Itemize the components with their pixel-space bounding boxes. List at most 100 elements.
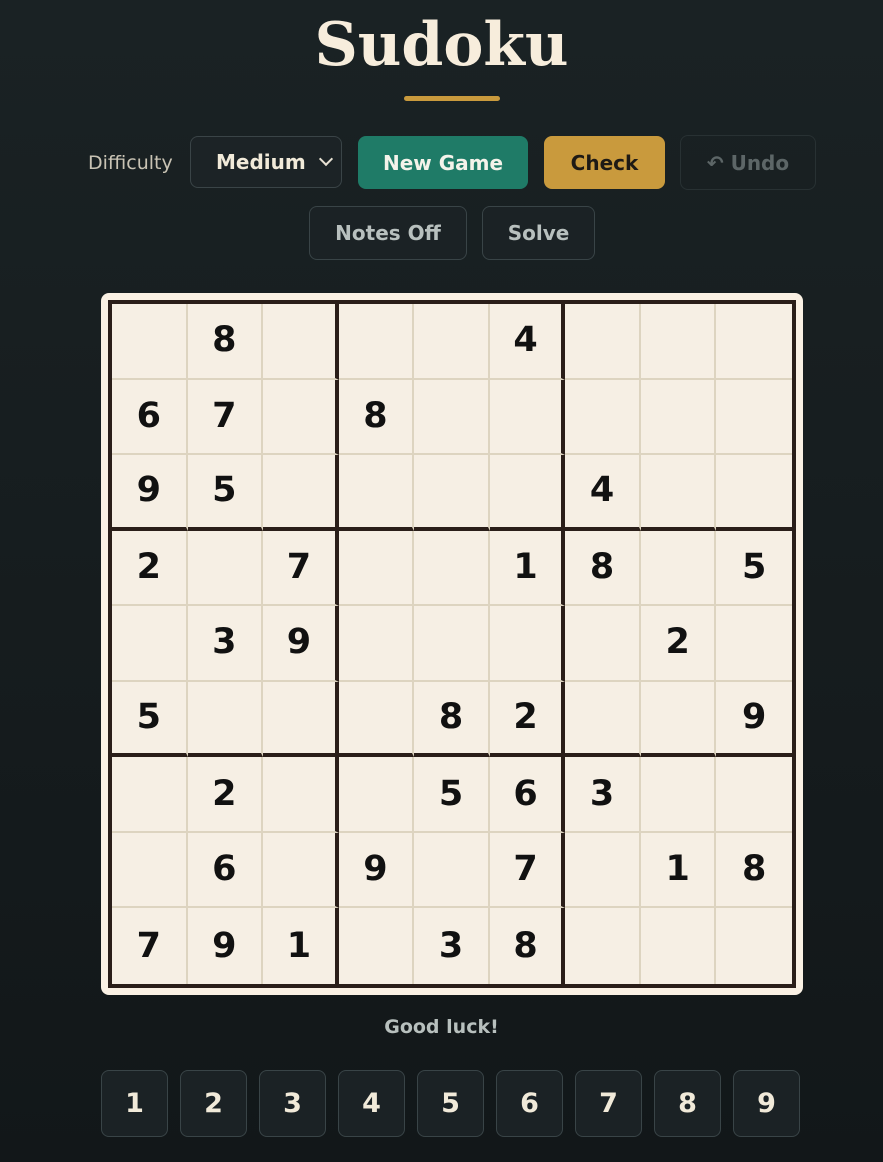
undo-button[interactable]: ↶ Undo: [680, 135, 816, 190]
sudoku-cell-r2-c7[interactable]: [565, 379, 641, 456]
sudoku-cell-r8-c9[interactable]: 8: [716, 833, 792, 909]
sudoku-cell-r3-c4[interactable]: [338, 455, 415, 531]
sudoku-cell-r1-c8[interactable]: [640, 304, 717, 380]
sudoku-cell-r1-c4[interactable]: [338, 304, 415, 380]
sudoku-cell-r8-c6[interactable]: 7: [489, 832, 566, 909]
sudoku-cell-r3-c6[interactable]: [489, 455, 566, 531]
sudoku-cell-r4-c8[interactable]: [640, 530, 717, 607]
sudoku-cell-r5-c1[interactable]: [112, 606, 188, 682]
sudoku-cell-r7-c6[interactable]: 6: [489, 757, 566, 833]
sudoku-cell-r5-c9[interactable]: [716, 606, 792, 682]
sudoku-cell-r3-c7[interactable]: 4: [565, 455, 641, 531]
sudoku-cell-r2-c1[interactable]: 6: [112, 379, 188, 456]
sudoku-cell-r2-c6[interactable]: [489, 379, 566, 456]
sudoku-cell-r3-c5[interactable]: [414, 455, 490, 531]
sudoku-cell-r3-c2[interactable]: 5: [187, 455, 264, 531]
sudoku-cell-r6-c2[interactable]: [187, 681, 264, 758]
check-button[interactable]: Check: [544, 136, 665, 189]
sudoku-cell-r4-c2[interactable]: [187, 530, 264, 607]
sudoku-cell-r9-c5[interactable]: 3: [414, 908, 490, 984]
difficulty-label: Difficulty: [88, 152, 173, 174]
sudoku-cell-r8-c7[interactable]: [565, 832, 641, 909]
sudoku-cell-r1-c1[interactable]: [112, 304, 188, 380]
number-button-8[interactable]: 8: [654, 1070, 721, 1137]
difficulty-select-value: Medium: [216, 150, 306, 174]
sudoku-cell-r2-c5[interactable]: [414, 379, 490, 456]
sudoku-cell-r9-c8[interactable]: [641, 908, 717, 984]
sudoku-cell-r4-c7[interactable]: 8: [565, 530, 641, 607]
number-button-7[interactable]: 7: [575, 1070, 642, 1137]
sudoku-cell-r5-c3[interactable]: 9: [263, 606, 339, 682]
sudoku-cell-r6-c4[interactable]: [338, 681, 415, 758]
number-button-5[interactable]: 5: [417, 1070, 484, 1137]
sudoku-cell-r6-c8[interactable]: [640, 681, 717, 758]
sudoku-cell-r1-c6[interactable]: 4: [489, 304, 566, 380]
number-button-6[interactable]: 6: [496, 1070, 563, 1137]
sudoku-cell-r7-c7[interactable]: 3: [565, 757, 641, 833]
sudoku-cell-r5-c4[interactable]: [338, 606, 415, 682]
sudoku-cell-r9-c3[interactable]: 1: [263, 908, 339, 984]
sudoku-cell-r1-c9[interactable]: [716, 304, 792, 380]
difficulty-select[interactable]: Medium: [190, 136, 342, 188]
sudoku-cell-r8-c5[interactable]: [414, 832, 490, 909]
sudoku-cell-r2-c8[interactable]: [640, 379, 717, 456]
sudoku-cell-r9-c9[interactable]: [716, 908, 792, 984]
sudoku-cell-r7-c2[interactable]: 2: [187, 757, 264, 833]
sudoku-cell-r6-c1[interactable]: 5: [112, 681, 188, 758]
sudoku-cell-r5-c8[interactable]: 2: [640, 606, 717, 682]
sudoku-cell-r4-c5[interactable]: [414, 530, 490, 607]
sudoku-cell-r2-c9[interactable]: [716, 380, 792, 456]
sudoku-cell-r3-c8[interactable]: [640, 455, 717, 531]
sudoku-cell-r8-c4[interactable]: 9: [338, 832, 415, 909]
sudoku-cell-r5-c6[interactable]: [489, 606, 566, 682]
sudoku-cell-r7-c3[interactable]: [263, 757, 339, 833]
sudoku-cell-r4-c9[interactable]: 5: [716, 531, 792, 607]
sudoku-cell-r7-c9[interactable]: [716, 757, 792, 833]
sudoku-cell-r6-c9[interactable]: 9: [716, 682, 792, 758]
number-button-2[interactable]: 2: [180, 1070, 247, 1137]
sudoku-cell-r9-c4[interactable]: [339, 908, 415, 984]
sudoku-cell-r9-c2[interactable]: 9: [188, 908, 264, 984]
sudoku-cell-r2-c4[interactable]: 8: [338, 379, 415, 456]
sudoku-cell-r9-c1[interactable]: 7: [112, 908, 188, 984]
sudoku-cell-r7-c5[interactable]: 5: [414, 757, 490, 833]
sudoku-cell-r5-c2[interactable]: 3: [187, 606, 264, 682]
sudoku-cell-r3-c1[interactable]: 9: [112, 455, 188, 531]
sudoku-cell-r5-c7[interactable]: [565, 606, 641, 682]
sudoku-cell-r6-c6[interactable]: 2: [489, 681, 566, 758]
sudoku-cell-r1-c2[interactable]: 8: [187, 304, 264, 380]
sudoku-cell-r1-c7[interactable]: [565, 304, 641, 380]
sudoku-cell-r6-c5[interactable]: 8: [414, 681, 490, 758]
sudoku-cell-r6-c3[interactable]: [263, 681, 339, 758]
status-message: Good luck!: [384, 1016, 499, 1038]
sudoku-cell-r3-c3[interactable]: [263, 455, 339, 531]
number-button-9[interactable]: 9: [733, 1070, 800, 1137]
sudoku-cell-r9-c6[interactable]: 8: [490, 908, 566, 984]
solve-button[interactable]: Solve: [482, 206, 595, 260]
sudoku-cell-r7-c4[interactable]: [338, 757, 415, 833]
sudoku-cell-r5-c5[interactable]: [414, 606, 490, 682]
sudoku-cell-r4-c6[interactable]: 1: [489, 530, 566, 607]
sudoku-cell-r4-c3[interactable]: 7: [263, 530, 339, 607]
sudoku-cell-r2-c3[interactable]: [263, 379, 339, 456]
sudoku-cell-r1-c3[interactable]: [263, 304, 339, 380]
number-button-1[interactable]: 1: [101, 1070, 168, 1137]
sudoku-cell-r3-c9[interactable]: [716, 455, 792, 531]
sudoku-cell-r8-c8[interactable]: 1: [640, 832, 717, 909]
sudoku-cell-r2-c2[interactable]: 7: [187, 379, 264, 456]
sudoku-cell-r6-c7[interactable]: [565, 681, 641, 758]
sudoku-cell-r7-c1[interactable]: [112, 757, 188, 833]
new-game-button[interactable]: New Game: [358, 136, 528, 189]
sudoku-cell-r8-c2[interactable]: 6: [187, 832, 264, 909]
sudoku-cell-r8-c3[interactable]: [263, 832, 339, 909]
sudoku-cell-r4-c4[interactable]: [338, 530, 415, 607]
notes-toggle-button[interactable]: Notes Off: [309, 206, 467, 260]
sudoku-cell-r1-c5[interactable]: [414, 304, 490, 380]
number-button-4[interactable]: 4: [338, 1070, 405, 1137]
sudoku-cell-r7-c8[interactable]: [640, 757, 717, 833]
sudoku-cell-r4-c1[interactable]: 2: [112, 530, 188, 607]
sudoku-cell-r8-c1[interactable]: [112, 832, 188, 909]
title-underline: [404, 96, 500, 101]
number-button-3[interactable]: 3: [259, 1070, 326, 1137]
sudoku-cell-r9-c7[interactable]: [565, 908, 641, 984]
